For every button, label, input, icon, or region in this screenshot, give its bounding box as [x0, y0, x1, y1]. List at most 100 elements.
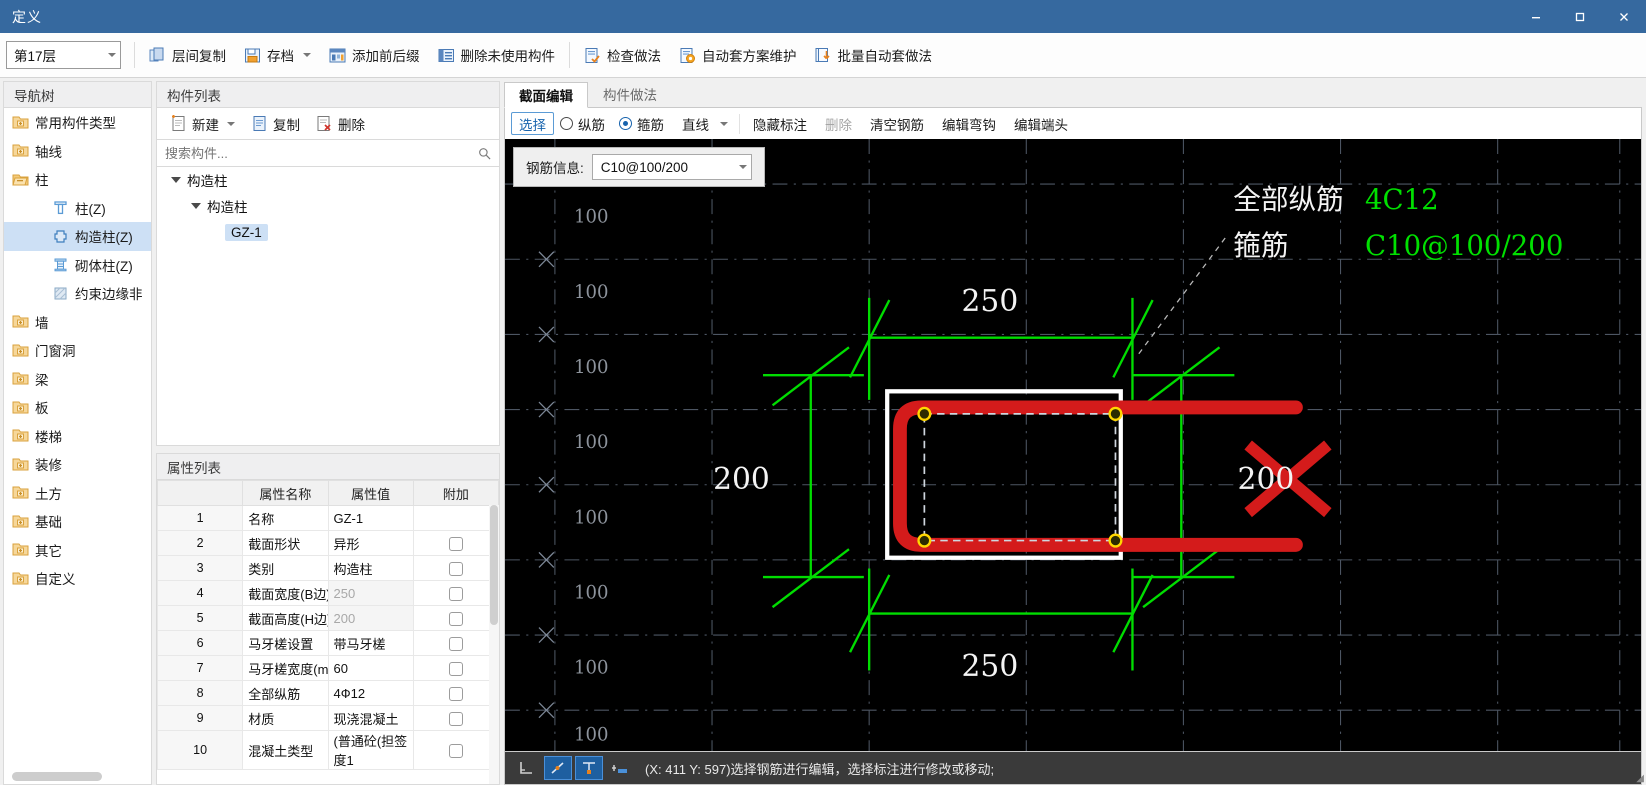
sidebar-item-8[interactable]: 门窗洞	[4, 336, 151, 365]
table-row[interactable]: 4截面宽度(B边)(...250	[157, 580, 499, 606]
object-snap-button[interactable]	[575, 756, 603, 780]
radio-off-icon[interactable]	[560, 117, 573, 130]
tab-component-method[interactable]: 构件做法	[588, 81, 672, 107]
property-row-attach[interactable]	[412, 555, 499, 581]
minimize-button[interactable]	[1514, 0, 1558, 33]
search-input[interactable]	[165, 145, 478, 161]
component-subgroup-row[interactable]: 构造柱	[157, 193, 499, 219]
property-row-value[interactable]: 带马牙槎	[327, 630, 414, 656]
property-row-attach[interactable]	[412, 680, 499, 706]
check-method-button[interactable]: 检查做法	[575, 39, 670, 71]
table-row[interactable]: 5截面高度(H边)(...200	[157, 605, 499, 631]
sidebar-item-15[interactable]: 其它	[4, 536, 151, 565]
auto-scheme-button[interactable]: 自动套方案维护	[670, 39, 806, 71]
archive-button[interactable]: 存档	[235, 39, 320, 71]
sidebar-item-9[interactable]: 梁	[4, 365, 151, 394]
delete-rebar-button[interactable]: 删除	[817, 112, 860, 135]
ortho-button[interactable]	[513, 756, 541, 780]
polar-tracking-button[interactable]	[544, 756, 572, 780]
property-vertical-scrollbar[interactable]	[489, 505, 499, 784]
property-row-value[interactable]: GZ-1	[327, 505, 414, 531]
attach-checkbox[interactable]	[448, 711, 463, 726]
attach-checkbox[interactable]	[448, 536, 463, 551]
nav-horizontal-scrollbar[interactable]	[4, 768, 151, 784]
sidebar-item-7[interactable]: 墙	[4, 308, 151, 337]
attach-checkbox[interactable]	[448, 561, 463, 576]
radio-stirrup[interactable]: 箍筋	[615, 114, 672, 134]
sidebar-item-10[interactable]: 板	[4, 393, 151, 422]
property-row-attach[interactable]	[412, 580, 499, 606]
attach-checkbox[interactable]	[448, 743, 463, 758]
sidebar-item-14[interactable]: 基础	[4, 507, 151, 536]
resize-grip[interactable]: ◢	[1636, 773, 1644, 784]
table-row[interactable]: 10 混凝土类型 (普通砼(担签度1	[157, 730, 499, 770]
section-drawing[interactable]: 100 100 100 100 100 100 100 100 250 250 …	[505, 139, 1641, 751]
component-tree[interactable]: 构造柱 构造柱 GZ-1	[156, 166, 500, 446]
sidebar-item-3[interactable]: 柱(Z)	[4, 194, 151, 223]
sidebar-item-2[interactable]: 柱	[4, 165, 151, 194]
rebar-info-combobox[interactable]: C10@100/200	[591, 154, 752, 180]
floor-selector[interactable]: 第17层	[6, 41, 121, 69]
sidebar-item-12[interactable]: 装修	[4, 450, 151, 479]
add-prefix-suffix-button[interactable]: 添加前后缀	[320, 39, 429, 71]
attach-checkbox[interactable]	[448, 661, 463, 676]
sidebar-item-16[interactable]: 自定义	[4, 564, 151, 593]
property-row-value[interactable]: 构造柱	[327, 555, 414, 581]
navigation-tree[interactable]: 常用构件类型 轴线柱柱(Z) 构造柱(Z) 砌体柱(Z) 约束边缘非墙门窗洞梁板楼梯 装修…	[3, 107, 152, 785]
table-row[interactable]: 3 类别 构造柱	[157, 555, 499, 581]
new-component-button[interactable]: 新建	[163, 111, 242, 136]
delete-unused-button[interactable]: 删除未使用构件	[429, 39, 565, 71]
table-row[interactable]: 9 材质 现浇混凝土	[157, 705, 499, 731]
hide-annotation-button[interactable]: 隐藏标注	[745, 112, 815, 135]
sidebar-item-0[interactable]: 常用构件类型	[4, 108, 151, 137]
attach-checkbox[interactable]	[448, 686, 463, 701]
property-row-value[interactable]: 异形	[327, 530, 414, 556]
table-row[interactable]: 7马牙槎宽度(mm)60	[157, 655, 499, 681]
section-canvas[interactable]: 100 100 100 100 100 100 100 100 250 250 …	[504, 139, 1642, 752]
clear-rebar-button[interactable]: 清空钢筋	[862, 112, 932, 135]
edit-end-button[interactable]: 编辑端头	[1006, 112, 1076, 135]
property-table-container[interactable]: 属性名称 属性值 附加 1 名称 GZ-1 2 截面形状 异形 3 类别 构造柱 4 截面宽度(B边…	[156, 479, 500, 785]
property-row-attach[interactable]	[412, 530, 499, 556]
select-tool-button[interactable]: 选择	[511, 112, 554, 135]
table-row[interactable]: 8 全部纵筋 4Ф12	[157, 680, 499, 706]
chevron-down-icon[interactable]	[738, 165, 747, 169]
sidebar-item-13[interactable]: 土方	[4, 479, 151, 508]
edit-hook-button[interactable]: 编辑弯钩	[934, 112, 1004, 135]
chevron-down-icon[interactable]	[191, 203, 201, 209]
property-row-value[interactable]: (普通砼(担签度1	[327, 730, 414, 770]
property-row-value[interactable]: 200	[327, 605, 414, 631]
attach-checkbox[interactable]	[448, 636, 463, 651]
table-row[interactable]: 2 截面形状 异形	[157, 530, 499, 556]
property-row-attach[interactable]	[412, 630, 499, 656]
property-row-attach[interactable]	[412, 655, 499, 681]
radio-on-icon[interactable]	[619, 117, 632, 130]
sidebar-item-11[interactable]: 楼梯	[4, 422, 151, 451]
component-group-row[interactable]: 构造柱	[157, 167, 499, 193]
sidebar-item-5[interactable]: 砌体柱(Z)	[4, 251, 151, 280]
property-row-attach[interactable]	[412, 705, 499, 731]
property-row-value[interactable]: 现浇混凝土	[327, 705, 414, 731]
sidebar-item-6[interactable]: 约束边缘非	[4, 279, 151, 308]
tab-section-edit[interactable]: 截面编辑	[504, 82, 588, 108]
archive-chevron-down-icon[interactable]	[303, 53, 311, 57]
batch-auto-button[interactable]: 批量自动套做法	[806, 39, 942, 71]
property-row-value[interactable]: 4Ф12	[327, 680, 414, 706]
component-search-row[interactable]	[156, 139, 500, 166]
property-row-attach[interactable]	[412, 505, 499, 531]
close-button[interactable]	[1602, 0, 1646, 33]
line-mode-button[interactable]: 直线	[674, 112, 717, 135]
property-row-attach[interactable]	[412, 730, 499, 770]
radio-longitudinal-rebar[interactable]: 纵筋	[556, 114, 613, 134]
chevron-down-icon[interactable]	[171, 177, 181, 183]
copy-between-floors-button[interactable]: 层间复制	[140, 39, 235, 71]
property-row-value[interactable]: 250	[327, 580, 414, 606]
nav-scrollbar-thumb[interactable]	[12, 772, 102, 781]
dynamic-input-button[interactable]	[606, 756, 634, 780]
delete-component-button[interactable]: 删除	[309, 111, 372, 136]
search-icon[interactable]	[478, 147, 491, 160]
component-item-row[interactable]: GZ-1	[157, 219, 499, 245]
sidebar-item-1[interactable]: 轴线	[4, 137, 151, 166]
table-row[interactable]: 1 名称 GZ-1	[157, 505, 499, 531]
table-row[interactable]: 6 马牙槎设置 带马牙槎	[157, 630, 499, 656]
